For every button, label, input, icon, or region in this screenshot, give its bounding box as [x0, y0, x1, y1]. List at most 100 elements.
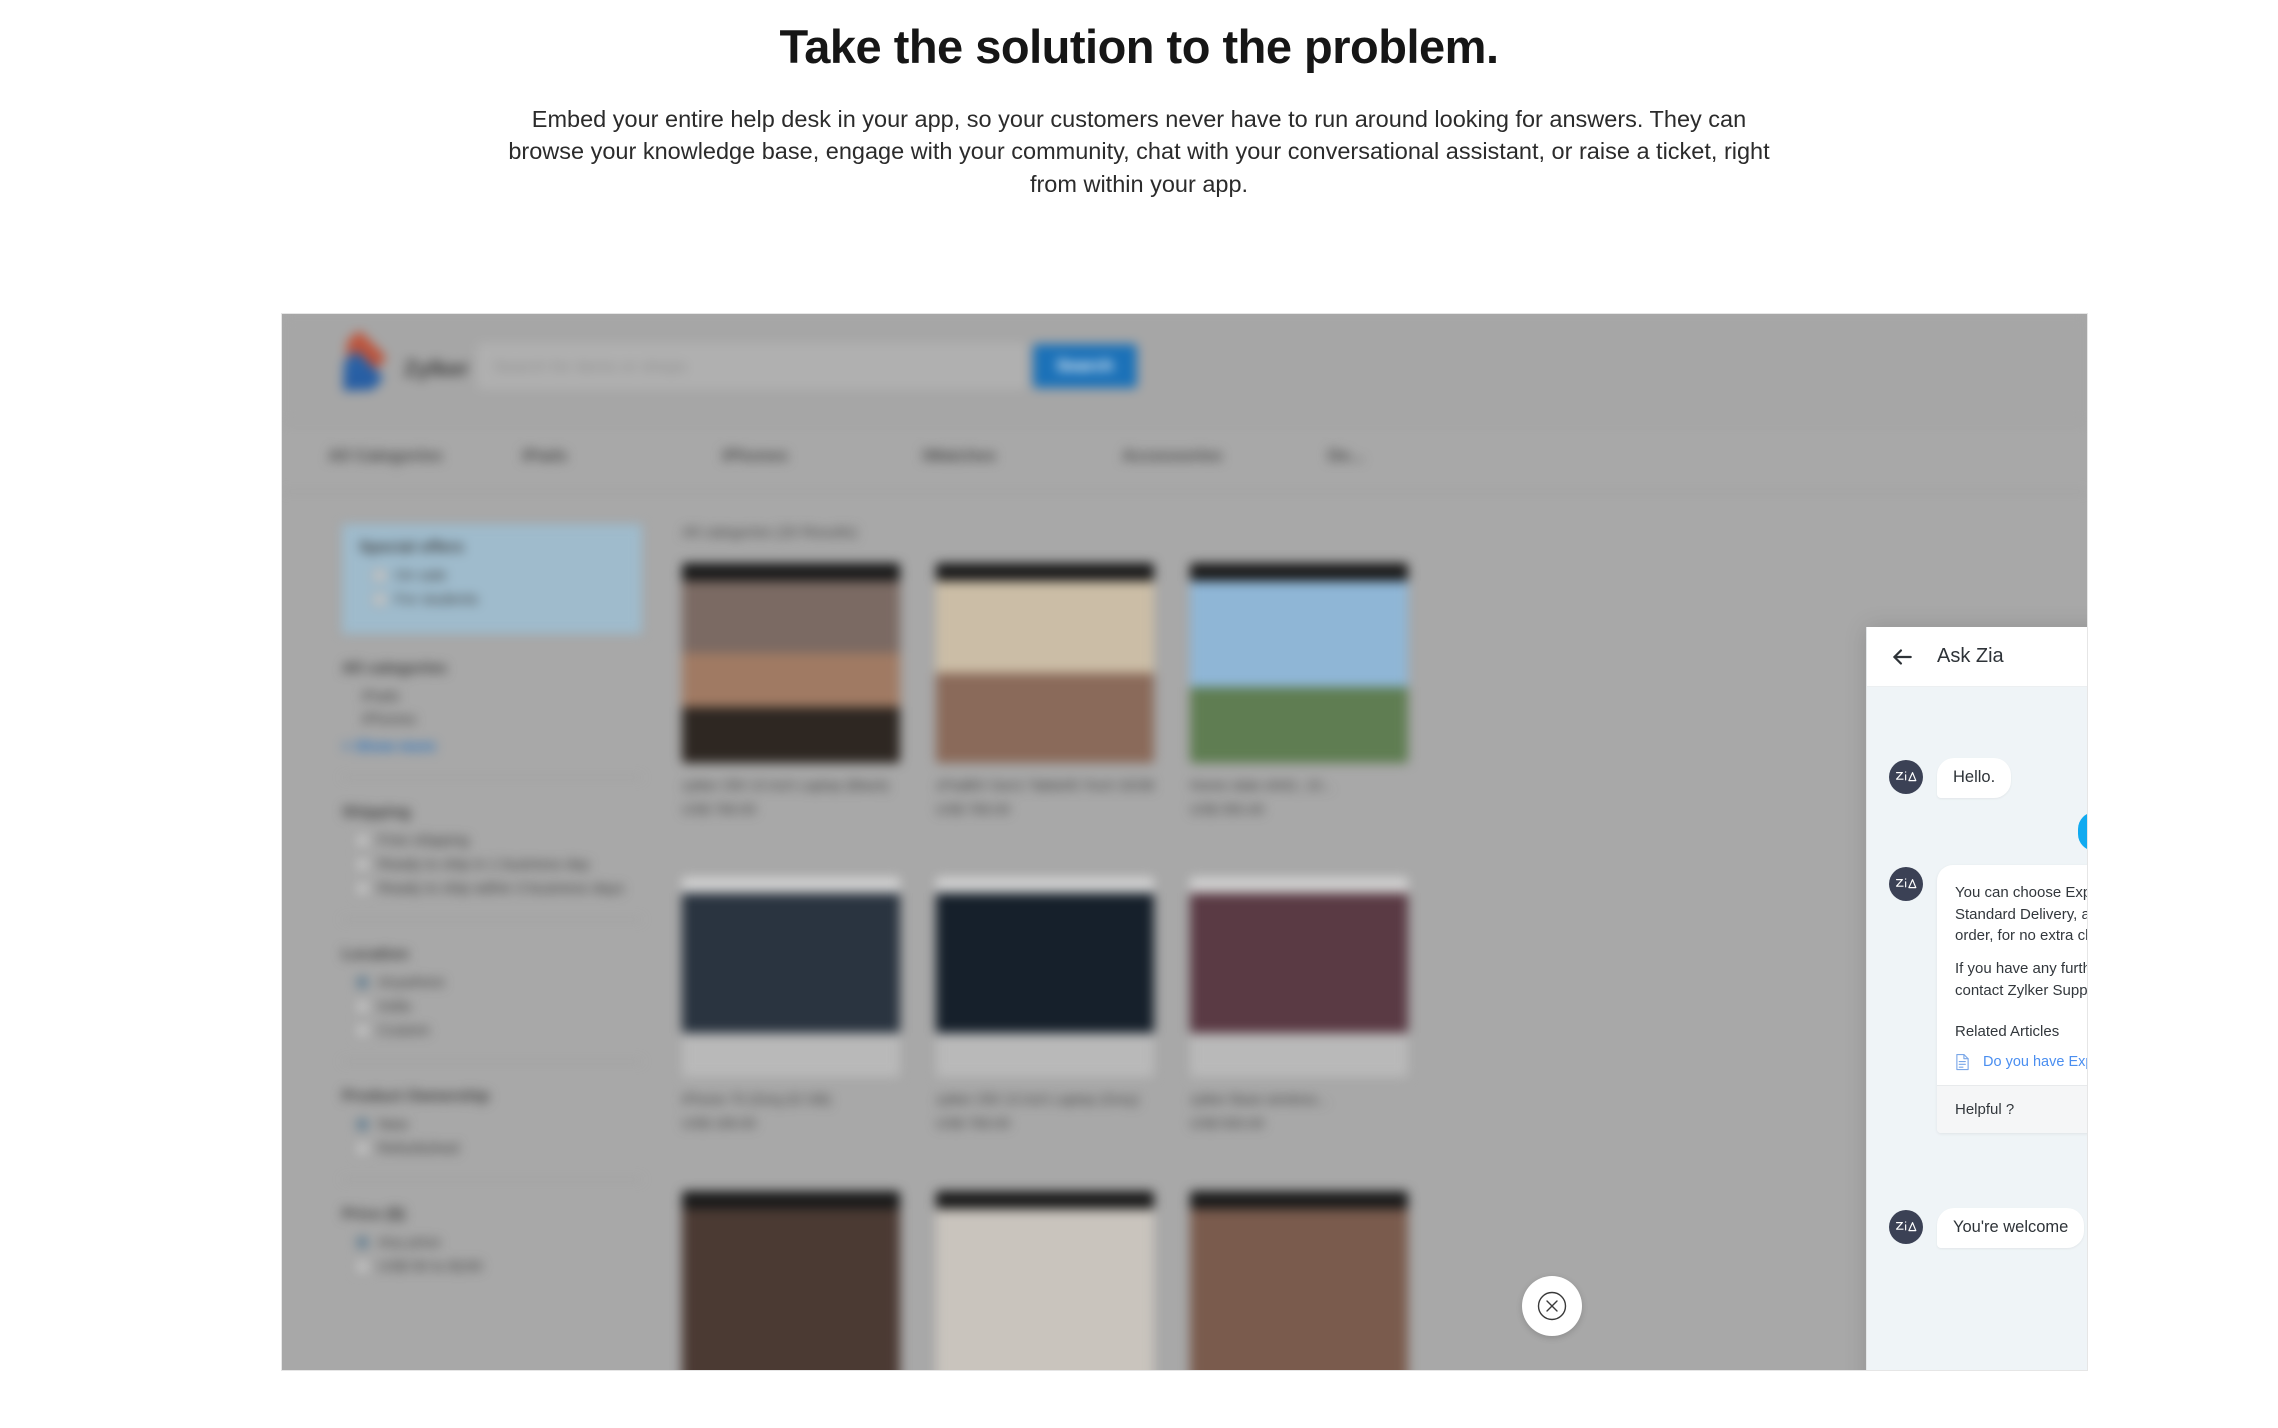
filter-option-label: US$ 50 to $100 [378, 1258, 483, 1275]
filter-all-categories: All categories iPads iPhones + Show more [342, 660, 642, 755]
store-nav-item-4[interactable]: Accessories [1122, 446, 1222, 466]
ask-zia-chat-widget: Ask Zia Hello! Hello. Do you have expe [1866, 627, 2087, 1370]
filter-option-label[interactable]: iPads [362, 688, 642, 705]
product-title: iPhone 70 (Grey,32 GB) [682, 1091, 832, 1107]
store-nav: All Categories iPads iPhones iWatches Ac… [282, 424, 2087, 492]
product-card[interactable] [682, 1191, 900, 1370]
filter-option-label: Custom [378, 1022, 430, 1039]
product-price: US$ 769.00 [936, 1115, 1010, 1131]
product-card[interactable]: zylker 250 13 inch Laptop (Black) US$ 76… [682, 563, 900, 817]
radio-icon[interactable] [356, 1118, 369, 1131]
store-nav-item-0[interactable]: All Categories [328, 446, 442, 466]
filter-option-label: Ready to ship in 1 business day [378, 856, 590, 873]
filter-option[interactable]: For students [373, 591, 625, 608]
filter-title-special-offers: Special offers [359, 539, 464, 556]
answer-card-body: You can choose Expedited Delivery over S… [1937, 865, 2087, 1084]
widget-header: Ask Zia [1867, 627, 2087, 687]
product-image [1190, 563, 1408, 763]
store-brand-name: Zylker [404, 356, 469, 381]
filter-option[interactable]: US$ 50 to $100 [356, 1258, 642, 1275]
radio-icon[interactable] [356, 1260, 369, 1273]
product-title: Home slate eN41, 10... [1190, 777, 1334, 793]
page-subtitle: Embed your entire help desk in your app,… [508, 105, 1770, 197]
product-card[interactable] [936, 1191, 1154, 1370]
filter-location: Location Anywhere India Custom [342, 946, 642, 1039]
store-nav-item-1[interactable]: iPads [522, 446, 567, 466]
divider [342, 1061, 642, 1062]
checkbox-icon[interactable] [373, 569, 386, 582]
checkbox-icon[interactable] [356, 882, 369, 895]
close-chat-button[interactable] [1522, 1276, 1582, 1336]
message-bubble: You're welcome [1937, 1208, 2085, 1248]
filter-option[interactable]: Custom [356, 1022, 642, 1039]
related-article-item[interactable]: Do you have Expedited Delivery? [1955, 1053, 2087, 1071]
zia-logo-icon [1895, 878, 1917, 889]
store-search-button[interactable]: Search [1033, 344, 1137, 388]
product-image [1190, 877, 1408, 1077]
product-card[interactable]: zPadBX Gen1 Tablet/8.7inch 32GB... US$ 7… [936, 563, 1154, 817]
divider [342, 777, 642, 778]
store-nav-item-5[interactable]: De... [1328, 446, 1364, 466]
document-icon [1956, 1053, 1969, 1070]
checkbox-icon[interactable] [373, 593, 386, 606]
store-search-placeholder: Search for items or shops [493, 357, 687, 376]
zia-avatar [1889, 1210, 1923, 1245]
filter-option[interactable]: Refurbished [356, 1140, 642, 1157]
show-more-link[interactable]: + Show more [342, 738, 642, 755]
filter-option-label: Free shipping [378, 832, 469, 849]
product-card[interactable]: zylker 250 13 inch Laptop (Grey) US$ 769… [936, 877, 1154, 1131]
filter-price: Price ($) Any price US$ 50 to $100 [342, 1206, 642, 1275]
filter-option[interactable]: Free shipping [356, 832, 642, 849]
radio-icon[interactable] [356, 1024, 369, 1037]
filter-title-location: Location [342, 946, 409, 963]
product-card[interactable]: Home slate eN41, 10... US$ 350.40 [1190, 563, 1408, 817]
zia-avatar [1889, 867, 1923, 902]
filter-option-label: Ready to ship within 3 business days [378, 880, 624, 897]
product-card[interactable]: iPhone 70 (Grey,32 GB) US$ 199.00 [682, 877, 900, 1131]
product-image [1190, 1191, 1408, 1370]
chat-message-outgoing: Do you have expedited delivery? [1889, 811, 2087, 852]
product-price: US$ 350.40 [1190, 801, 1264, 817]
radio-icon[interactable] [356, 1142, 369, 1155]
product-screenshot: Zylker Search for items or shops Search … [281, 313, 2088, 1371]
chat-answer-card-row: You can choose Expedited Delivery over S… [1889, 865, 2087, 1133]
store-nav-item-3[interactable]: iWatches [922, 446, 996, 466]
filter-title-price: Price ($) [342, 1206, 406, 1223]
radio-icon[interactable] [356, 976, 369, 989]
arrow-left-icon[interactable] [1889, 644, 1915, 670]
product-image [682, 877, 900, 1077]
filter-option[interactable]: Ready to ship within 3 business days [356, 880, 642, 897]
product-card[interactable] [1190, 1191, 1408, 1370]
chat-message-list[interactable]: Hello! Hello. Do you have expedited deli… [1867, 687, 2087, 1370]
radio-icon[interactable] [356, 1000, 369, 1013]
filter-option[interactable]: On sale [373, 567, 625, 584]
store-nav-item-2[interactable]: iPhones [722, 446, 788, 466]
related-articles-title: Related Articles [1955, 1022, 2060, 1040]
close-circle-icon [1537, 1291, 1567, 1321]
filter-option[interactable]: India [356, 998, 642, 1015]
filter-option[interactable]: Ready to ship in 1 business day [356, 856, 642, 873]
radio-icon[interactable] [356, 1236, 369, 1249]
filter-option[interactable]: New [356, 1116, 642, 1133]
product-image [682, 563, 900, 763]
related-article-link[interactable]: Do you have Expedited Delivery? [1983, 1054, 2087, 1070]
filter-option[interactable]: Any price [356, 1234, 642, 1251]
filter-option-label: On sale [395, 567, 447, 584]
checkbox-icon[interactable] [356, 858, 369, 871]
product-card[interactable]: zylker Base wireless... US$ 500.00 [1190, 877, 1408, 1131]
filter-option[interactable]: Anywhere [356, 974, 642, 991]
message-bubble: Do you have expedited delivery? [2077, 811, 2087, 852]
chat-message-incoming: You're welcome [1889, 1208, 2087, 1248]
product-image [682, 1191, 900, 1370]
zia-logo-icon [1895, 771, 1917, 782]
checkbox-icon[interactable] [356, 834, 369, 847]
filter-option-label[interactable]: iPhones [362, 711, 642, 728]
message-bubble: Hello. [1937, 758, 2012, 798]
results-count-label: All categories (20 Results) [682, 524, 858, 541]
store-search-input[interactable]: Search for items or shops [478, 344, 1026, 388]
store-topbar: Zylker Search for items or shops Search [282, 314, 2087, 424]
zia-logo-icon [1895, 1221, 1917, 1232]
chat-message-outgoing: Thank you! [1889, 1155, 2087, 1194]
product-price: US$ 769.00 [936, 801, 1010, 817]
product-price: US$ 199.00 [682, 1115, 756, 1131]
